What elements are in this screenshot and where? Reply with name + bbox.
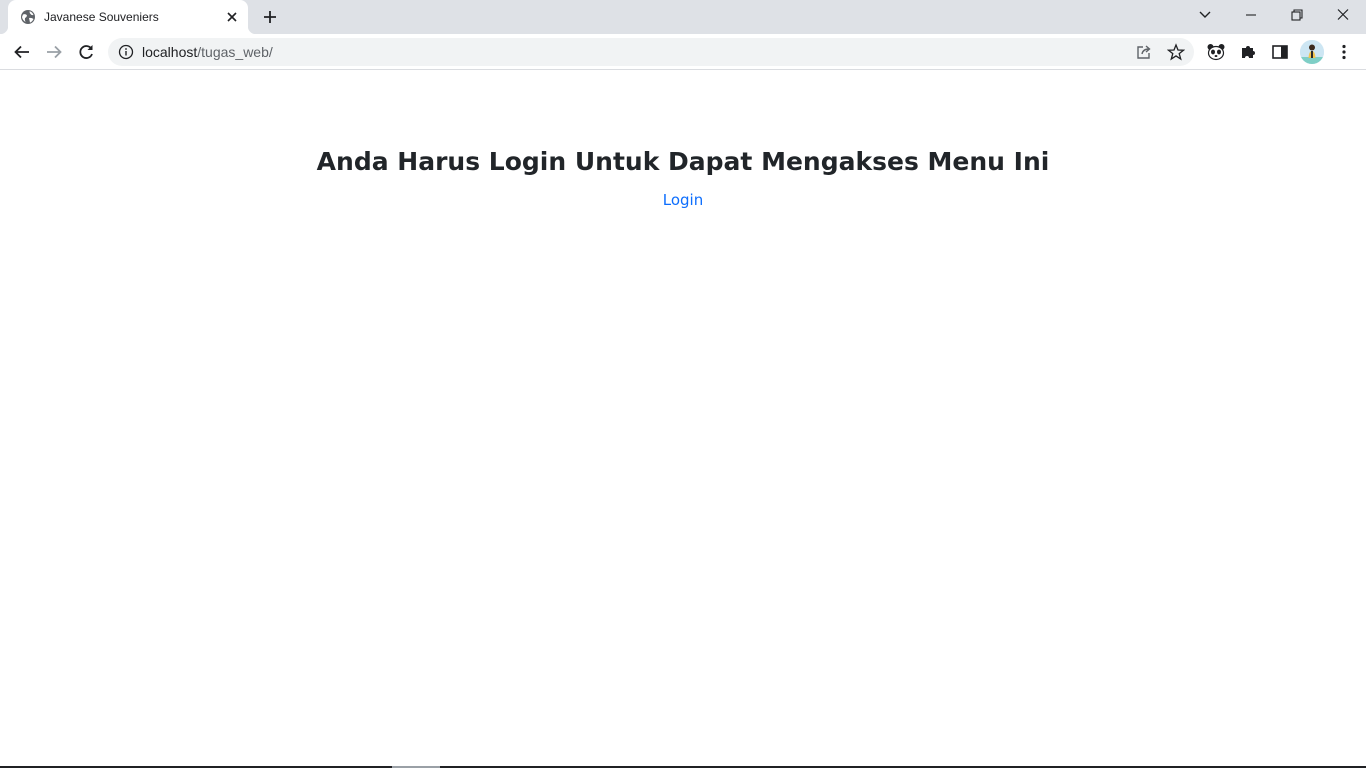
url-text: localhost/tugas_web/ xyxy=(142,44,273,60)
page-content: Anda Harus Login Untuk Dapat Mengakses M… xyxy=(0,71,1366,766)
new-tab-icon[interactable] xyxy=(260,7,280,27)
browser-tab[interactable]: Javanese Souveniers xyxy=(0,0,256,34)
panda-extension-icon[interactable] xyxy=(1206,42,1226,62)
url-path: /tugas_web/ xyxy=(197,44,273,60)
share-icon[interactable] xyxy=(1135,43,1153,61)
url-host: localhost xyxy=(142,44,198,60)
address-bar[interactable]: localhost/tugas_web/ xyxy=(108,38,1194,66)
page-heading: Anda Harus Login Untuk Dapat Mengakses M… xyxy=(316,147,1050,176)
kebab-menu-icon[interactable] xyxy=(1334,42,1354,62)
avatar[interactable] xyxy=(1300,40,1324,64)
tab-strip: Javanese Souveniers xyxy=(0,0,1366,34)
login-link[interactable]: Login xyxy=(0,191,1366,209)
site-info-icon[interactable] xyxy=(118,44,134,60)
login-link-label[interactable]: Login xyxy=(663,191,703,209)
close-window-icon[interactable] xyxy=(1333,6,1353,24)
back-icon[interactable] xyxy=(12,42,32,62)
minimize-icon[interactable] xyxy=(1241,6,1261,24)
side-panel-icon[interactable] xyxy=(1270,42,1290,62)
puzzle-extension-icon[interactable] xyxy=(1238,42,1258,62)
bookmark-star-icon[interactable] xyxy=(1167,43,1185,61)
tab-search-chevron-icon[interactable] xyxy=(1195,6,1215,24)
tab-title: Javanese Souveniers xyxy=(44,10,159,24)
profile-picture-icon xyxy=(1300,40,1324,64)
restore-icon[interactable] xyxy=(1287,6,1307,24)
globe-icon xyxy=(21,10,35,24)
close-tab-icon[interactable] xyxy=(224,9,240,25)
reload-icon[interactable] xyxy=(76,42,96,62)
forward-icon[interactable] xyxy=(44,42,64,62)
browser-toolbar: localhost/tugas_web/ xyxy=(0,34,1366,70)
